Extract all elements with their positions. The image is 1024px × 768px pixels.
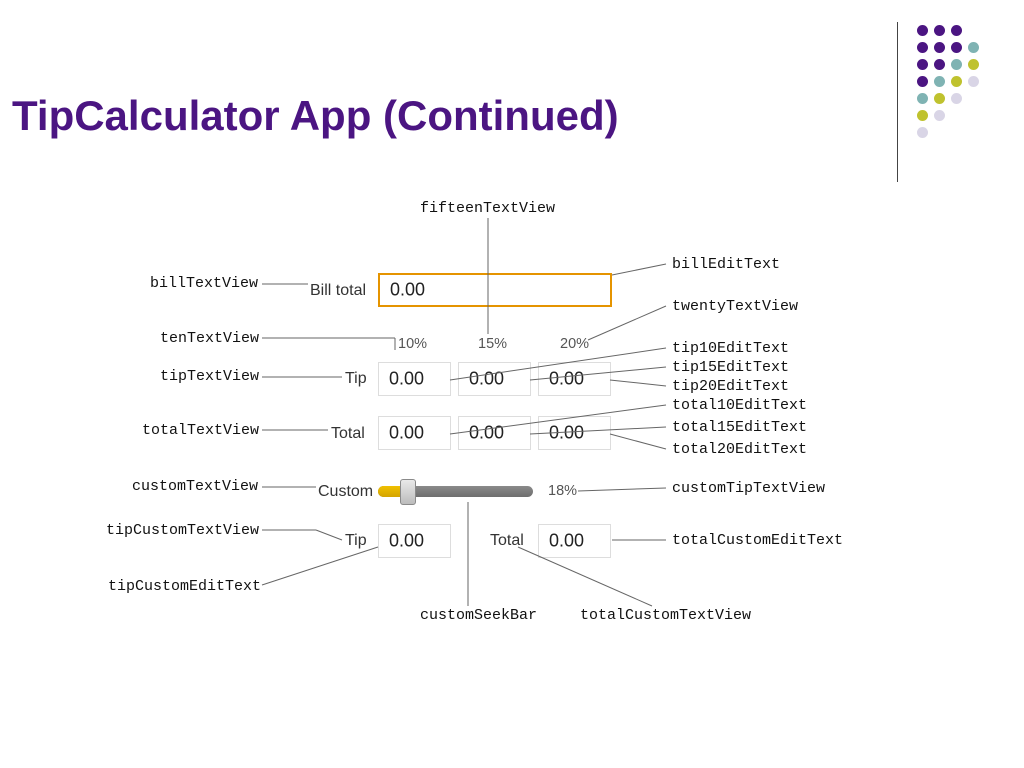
callout-total15EditText: total15EditText	[672, 419, 807, 436]
total15-edit-text[interactable]: 0.00	[458, 416, 531, 450]
custom-pct-label: 18%	[548, 483, 577, 499]
total-custom-value: 0.00	[549, 531, 584, 552]
callout-customTextView: customTextView	[132, 478, 258, 495]
total-custom-edit-text[interactable]: 0.00	[538, 524, 611, 558]
tip20-value: 0.00	[549, 369, 584, 390]
callout-total20EditText: total20EditText	[672, 441, 807, 458]
callout-tipCustomEditText: tipCustomEditText	[108, 578, 261, 595]
callout-billTextView: billTextView	[150, 275, 258, 292]
total10-value: 0.00	[389, 423, 424, 444]
callout-billEditText: billEditText	[672, 256, 780, 273]
callout-tipCustomTextView: tipCustomTextView	[106, 522, 259, 539]
callout-totalCustomTextView: totalCustomTextView	[580, 607, 751, 624]
ten-pct-label: 10%	[398, 336, 427, 352]
total-row-label: Total	[331, 425, 365, 443]
tip-row-label: Tip	[345, 370, 367, 388]
callout-totalTextView: totalTextView	[142, 422, 259, 439]
callout-twentyTextView: twentyTextView	[672, 298, 798, 315]
total20-edit-text[interactable]: 0.00	[538, 416, 611, 450]
callout-fifteenTextView: fifteenTextView	[420, 200, 555, 217]
tip-custom-label: Tip	[345, 532, 367, 550]
tip-custom-value: 0.00	[389, 531, 424, 552]
bill-total-label: Bill total	[310, 282, 366, 300]
tip15-value: 0.00	[469, 369, 504, 390]
callout-totalCustomEditText: totalCustomEditText	[672, 532, 843, 549]
total10-edit-text[interactable]: 0.00	[378, 416, 451, 450]
tip20-edit-text[interactable]: 0.00	[538, 362, 611, 396]
tip-custom-edit-text[interactable]: 0.00	[378, 524, 451, 558]
custom-row-label: Custom	[318, 483, 373, 501]
decorative-dot-grid	[914, 22, 982, 141]
callout-customSeekBar: customSeekBar	[420, 607, 537, 624]
total15-value: 0.00	[469, 423, 504, 444]
bill-edit-text[interactable]: 0.00	[378, 273, 612, 307]
ui-annotation-diagram: 0.00 0.00 0.00 0.00 0.00 0.00 0.00 0.00 …	[120, 200, 900, 700]
callout-tenTextView: tenTextView	[160, 330, 259, 347]
callout-tip15EditText: tip15EditText	[672, 359, 789, 376]
callout-tipTextView: tipTextView	[160, 368, 259, 385]
tip10-value: 0.00	[389, 369, 424, 390]
bill-value: 0.00	[390, 280, 425, 301]
callout-tip20EditText: tip20EditText	[672, 378, 789, 395]
twenty-pct-label: 20%	[560, 336, 589, 352]
callout-tip10EditText: tip10EditText	[672, 340, 789, 357]
total-custom-label: Total	[490, 532, 524, 550]
header-divider	[897, 22, 898, 182]
callout-total10EditText: total10EditText	[672, 397, 807, 414]
slide-title: TipCalculator App (Continued)	[12, 92, 619, 140]
custom-seek-bar[interactable]	[378, 481, 533, 501]
callout-customTipTextView: customTipTextView	[672, 480, 825, 497]
tip10-edit-text[interactable]: 0.00	[378, 362, 451, 396]
tip15-edit-text[interactable]: 0.00	[458, 362, 531, 396]
total20-value: 0.00	[549, 423, 584, 444]
fifteen-pct-label: 15%	[478, 336, 507, 352]
